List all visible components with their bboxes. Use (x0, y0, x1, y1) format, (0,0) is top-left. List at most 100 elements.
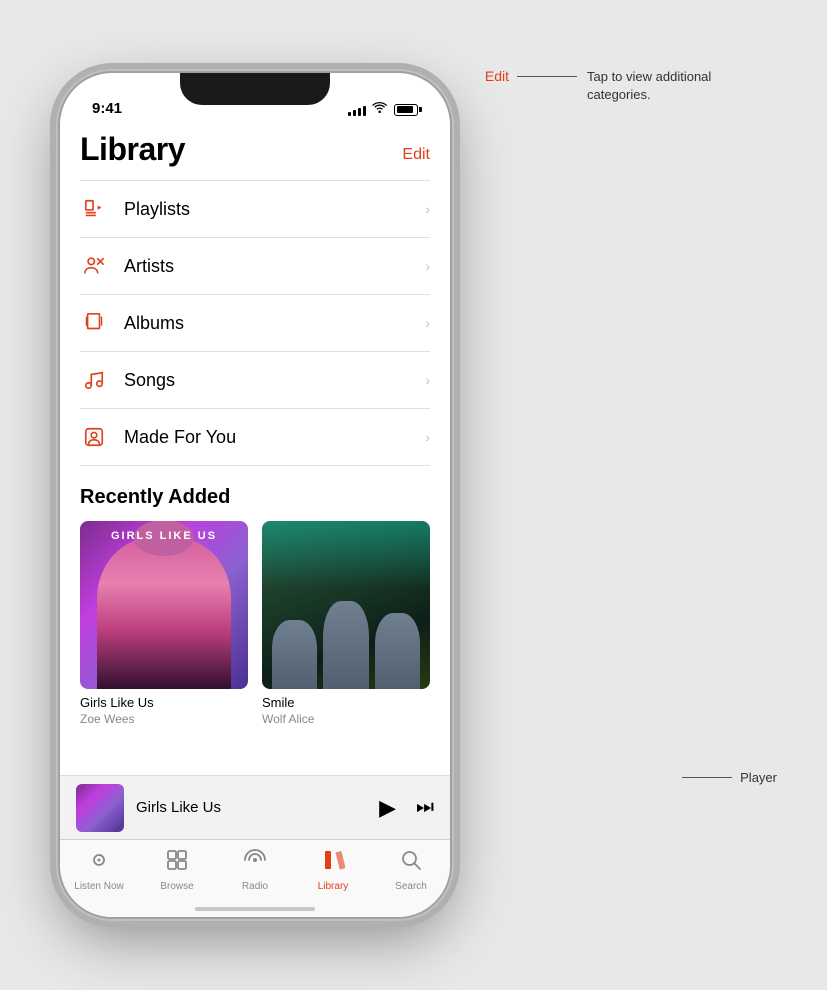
player-controls: ▶ ⏭ (379, 795, 434, 821)
signal-bar-1 (348, 112, 351, 116)
smile-person-1 (272, 620, 317, 689)
tab-library[interactable]: Library (294, 848, 372, 892)
library-item-artists-left: Artists (80, 252, 174, 280)
songs-svg (83, 369, 105, 391)
browse-label: Browse (160, 881, 193, 892)
browse-icon (165, 848, 189, 878)
made-icon (80, 423, 108, 451)
songs-label: Songs (124, 370, 175, 391)
player-bar[interactable]: Girls Like Us ▶ ⏭ (60, 775, 450, 839)
callout-edit-label: Edit (485, 68, 509, 84)
smile-person-3 (375, 613, 420, 689)
listen-now-label: Listen Now (74, 881, 123, 892)
playlists-icon (80, 195, 108, 223)
library-item-songs-left: Songs (80, 366, 175, 394)
recently-added-title: Recently Added (80, 486, 430, 509)
library-item-albums[interactable]: Albums › (80, 295, 430, 352)
signal-bar-4 (363, 106, 366, 116)
library-item-playlists[interactable]: Playlists › (80, 181, 430, 238)
albums-icon (80, 309, 108, 337)
album-art-smile-bg (262, 521, 430, 689)
search-svg (399, 848, 423, 872)
edit-button[interactable]: Edit (402, 146, 430, 168)
songs-chevron: › (425, 372, 430, 388)
tab-bar: Listen Now Browse (60, 839, 450, 917)
album-card-smile[interactable]: Smile Wolf Alice (262, 521, 430, 727)
artists-label: Artists (124, 256, 174, 277)
status-icons (348, 102, 422, 117)
battery-fill (397, 106, 413, 113)
callout-edit-desc: Tap to view additional categories. (587, 68, 767, 104)
radio-icon (243, 848, 267, 878)
status-time: 9:41 (92, 100, 122, 117)
album-grid: GIRLS LIKE US Girls Like Us Zoe Wees (80, 521, 430, 727)
playlists-chevron: › (425, 201, 430, 217)
search-label: Search (395, 881, 427, 892)
callout-player-label: Player (740, 770, 777, 785)
listen-now-icon (87, 848, 111, 878)
radio-label: Radio (242, 881, 268, 892)
playlists-svg (83, 198, 105, 220)
battery-tip (419, 107, 422, 112)
smile-person-2 (323, 601, 368, 689)
content-area: Library Edit (60, 123, 450, 727)
library-title: Library (80, 131, 185, 168)
wifi-icon (372, 102, 388, 117)
home-indicator (195, 907, 315, 911)
smile-album-artist: Wolf Alice (262, 712, 430, 728)
library-item-made-left: Made For You (80, 423, 236, 451)
browse-svg (165, 848, 189, 872)
library-icon (321, 848, 345, 878)
player-track-name: Girls Like Us (136, 799, 367, 816)
album-card-girls-like-us[interactable]: GIRLS LIKE US Girls Like Us Zoe Wees (80, 521, 248, 727)
library-tab-label: Library (318, 881, 349, 892)
made-svg (83, 426, 105, 448)
made-label: Made For You (124, 427, 236, 448)
battery-icon (394, 104, 422, 116)
library-item-songs[interactable]: Songs › (80, 352, 430, 409)
albums-svg (83, 312, 105, 334)
library-svg (321, 848, 345, 872)
smile-people (262, 563, 430, 689)
songs-icon (80, 366, 108, 394)
tab-search[interactable]: Search (372, 848, 450, 892)
girls-figure (97, 538, 231, 689)
girls-silhouette (80, 521, 248, 689)
made-chevron: › (425, 429, 430, 445)
library-item-playlists-left: Playlists (80, 195, 190, 223)
library-item-artists[interactable]: Artists › (80, 238, 430, 295)
search-icon (399, 848, 423, 878)
library-item-made[interactable]: Made For You › (80, 409, 430, 466)
player-thumb-art (76, 784, 124, 832)
library-item-albums-left: Albums (80, 309, 184, 337)
girls-album-artist: Zoe Wees (80, 712, 248, 728)
artists-chevron: › (425, 258, 430, 274)
listen-now-svg (87, 848, 111, 872)
tab-listen-now[interactable]: Listen Now (60, 848, 138, 892)
tab-browse[interactable]: Browse (138, 848, 216, 892)
album-art-girls-like-us: GIRLS LIKE US (80, 521, 248, 689)
signal-bar-2 (353, 110, 356, 116)
albums-label: Albums (124, 313, 184, 334)
battery-body (394, 104, 418, 116)
smile-album-name: Smile (262, 695, 430, 712)
library-list: Playlists › (80, 180, 430, 466)
callout-player: Player (682, 770, 777, 785)
artists-svg (83, 255, 105, 277)
girls-album-title-overlay: GIRLS LIKE US (80, 529, 248, 543)
signal-bar-3 (358, 108, 361, 116)
scene: Edit Tap to view additional categories. … (0, 0, 827, 990)
wifi-svg (372, 102, 388, 114)
callout-edit-arrow (517, 76, 577, 77)
library-header: Library Edit (80, 123, 430, 180)
album-art-girls-bg: GIRLS LIKE US (80, 521, 248, 689)
girls-album-name: Girls Like Us (80, 695, 248, 712)
tab-radio[interactable]: Radio (216, 848, 294, 892)
album-art-smile (262, 521, 430, 689)
artists-icon (80, 252, 108, 280)
radio-svg (243, 848, 267, 872)
player-skip-button[interactable]: ⏭ (416, 796, 434, 819)
playlists-label: Playlists (124, 199, 190, 220)
callout-player-arrow (682, 777, 732, 778)
player-play-button[interactable]: ▶ (379, 795, 396, 821)
